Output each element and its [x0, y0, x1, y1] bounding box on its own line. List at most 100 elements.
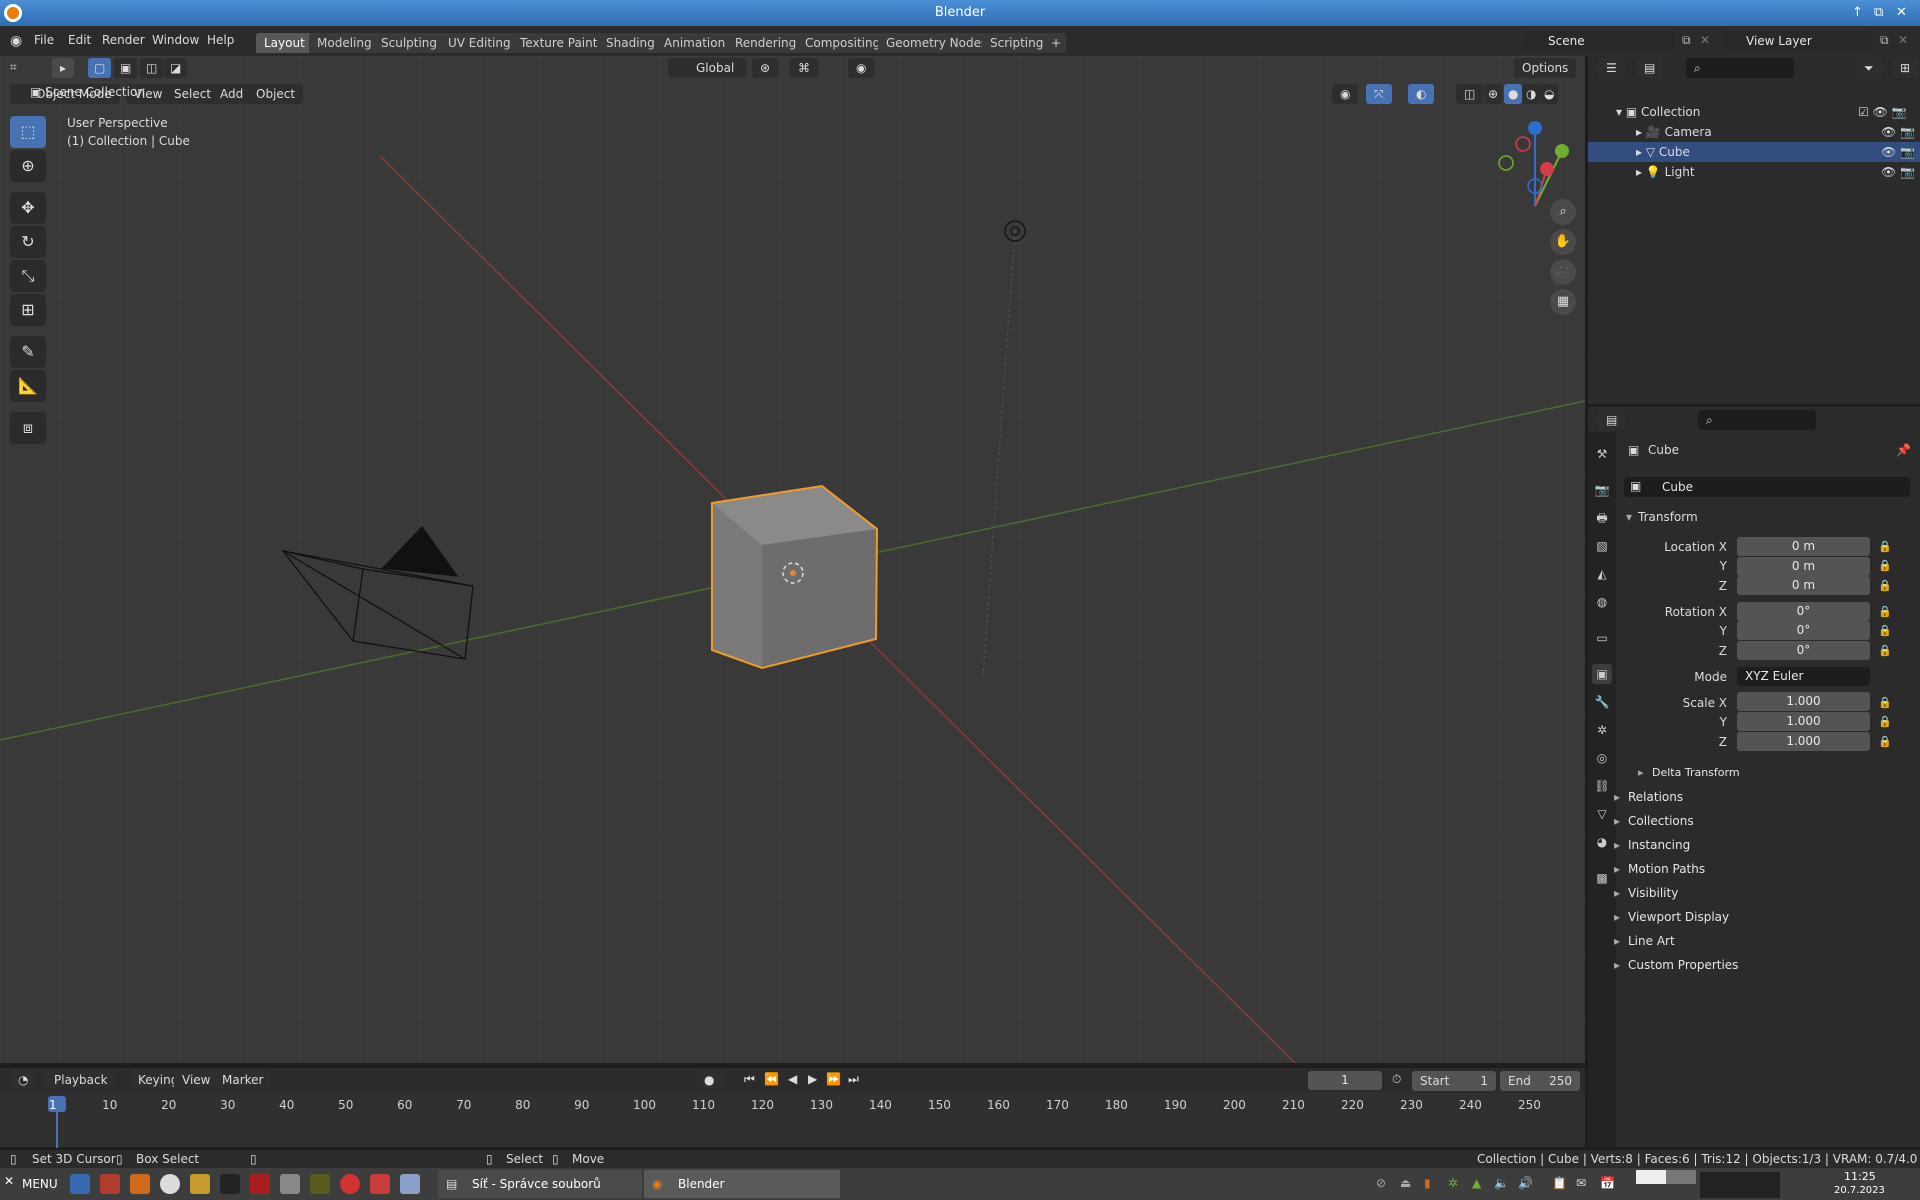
lock-icon[interactable]: 🔒	[1878, 579, 1892, 592]
app-launcher-icon[interactable]	[400, 1174, 420, 1194]
outliner-item-cube[interactable]: ▸ ▽ Cube 👁 📷	[1588, 142, 1920, 162]
transform-expand-icon[interactable]: ▾	[1626, 510, 1632, 524]
scale-y-field[interactable]: 1.000	[1737, 712, 1870, 731]
playback-menu[interactable]: Playback	[46, 1070, 116, 1090]
menu-help[interactable]: Help	[207, 33, 234, 47]
lock-icon[interactable]: 🔒	[1878, 644, 1892, 657]
light-visibility-icon[interactable]: 👁 📷	[1881, 162, 1915, 182]
rendered-shading-icon[interactable]: ◒	[1540, 84, 1559, 104]
jump-end-icon[interactable]: ⏭	[848, 1072, 859, 1087]
eject-icon[interactable]: ⏏	[1400, 1176, 1411, 1190]
scale-z-field[interactable]: 1.000	[1737, 732, 1870, 751]
selection-mode-invert-icon[interactable]: ◪	[164, 58, 188, 78]
app-launcher-icon[interactable]	[310, 1174, 330, 1194]
output-tab-icon[interactable]: 🖶	[1592, 508, 1612, 528]
cube-visibility-icon[interactable]: 👁 📷	[1881, 142, 1915, 162]
minimize-icon[interactable]: ↑	[1852, 0, 1863, 26]
visibility-icon[interactable]: ◉	[1332, 84, 1359, 104]
location-y-field[interactable]: 0 m	[1737, 557, 1870, 576]
pivot-point-icon[interactable]: ⊛	[752, 58, 779, 78]
solid-shading-icon[interactable]: ●	[1504, 84, 1523, 104]
tab-modeling[interactable]: Modeling	[309, 33, 380, 53]
viewport-display-section[interactable]: Viewport Display	[1614, 910, 1729, 924]
current-frame-field[interactable]: 1	[1308, 1071, 1382, 1090]
scale-tool-icon[interactable]: ⤡	[10, 260, 46, 292]
tab-rendering[interactable]: Rendering	[727, 33, 805, 53]
modifier-tab-icon[interactable]: 🔧	[1592, 692, 1612, 712]
desktop-icon[interactable]	[70, 1174, 90, 1194]
start-frame-field[interactable]: Start 1	[1412, 1071, 1496, 1091]
jump-start-icon[interactable]: ⏮	[744, 1072, 755, 1087]
volume-icon[interactable]: 🔊	[1518, 1176, 1533, 1190]
tab-compositing[interactable]: Compositing	[797, 33, 889, 53]
stopwatch-icon[interactable]: ⏱	[1392, 1072, 1401, 1087]
lock-icon[interactable]: 🔒	[1878, 624, 1892, 637]
lock-icon[interactable]: 🔒	[1878, 735, 1892, 748]
snapping-icon[interactable]: ⌘	[790, 58, 818, 78]
selection-mode-new-icon[interactable]: ▢	[88, 58, 112, 78]
end-frame-field[interactable]: End 250	[1500, 1071, 1580, 1091]
calendar-icon[interactable]: 📅	[1600, 1176, 1615, 1190]
opera-icon[interactable]	[340, 1174, 360, 1194]
tool-tab-icon[interactable]: ⚒	[1592, 444, 1612, 464]
outliner-scene-collection[interactable]: ▣ Scene Collection	[0, 82, 332, 102]
menu-file[interactable]: File	[34, 33, 54, 47]
object-name-field[interactable]: Cube	[1624, 477, 1910, 497]
editor-type-icon[interactable]: ⌗	[10, 60, 17, 75]
move-tool-icon[interactable]: ✥	[10, 192, 46, 224]
app-launcher-icon[interactable]	[370, 1174, 390, 1194]
view-layer-selector[interactable]: View Layer	[1722, 31, 1872, 51]
lock-icon[interactable]: 🔒	[1878, 559, 1892, 572]
menu-render[interactable]: Render	[102, 33, 145, 47]
object-tab-icon[interactable]: ▣	[1592, 664, 1612, 684]
outliner-collection[interactable]: ▾ ▣ Collection ☑ 👁 📷	[1588, 102, 1920, 122]
tab-geometry-nodes[interactable]: Geometry Nodes	[878, 33, 996, 53]
menu-window[interactable]: Window	[152, 33, 199, 47]
task-blender[interactable]: ◉ Blender	[644, 1170, 840, 1198]
menu-edit[interactable]: Edit	[68, 33, 91, 47]
mail-icon[interactable]: ✉	[1576, 1176, 1586, 1190]
custom-properties-section[interactable]: Custom Properties	[1614, 958, 1738, 972]
terminal-icon[interactable]	[220, 1174, 240, 1194]
cube-object[interactable]	[711, 484, 879, 670]
relations-section[interactable]: Relations	[1614, 790, 1683, 804]
gizmo-toggle-icon[interactable]: ⤧	[1366, 84, 1392, 104]
wireframe-shading-icon[interactable]: ⊕	[1484, 84, 1503, 104]
location-z-field[interactable]: 0 m	[1737, 576, 1870, 595]
new-collection-icon[interactable]: ⊞	[1892, 58, 1919, 78]
tab-texture-paint[interactable]: Texture Paint	[512, 33, 606, 53]
next-keyframe-icon[interactable]: ⏩	[826, 1072, 841, 1086]
proportional-editing-icon[interactable]: ◉	[848, 58, 875, 78]
camera-view-icon[interactable]: 🎥	[1550, 259, 1576, 285]
app-launcher-icon[interactable]	[190, 1174, 210, 1194]
browser-icon[interactable]	[160, 1174, 180, 1194]
timeline-editor-icon[interactable]: ◔	[10, 1070, 37, 1090]
tray-app-icon[interactable]: ▮	[1424, 1176, 1431, 1190]
transform-panel-header[interactable]: Transform	[1638, 510, 1698, 524]
outliner-item-camera[interactable]: ▸ 🎥 Camera 👁 📷	[1588, 122, 1920, 142]
line-art-section[interactable]: Line Art	[1614, 934, 1675, 948]
material-shading-icon[interactable]: ◑	[1522, 84, 1541, 104]
collections-section[interactable]: Collections	[1614, 814, 1694, 828]
location-x-field[interactable]: 0 m	[1737, 537, 1870, 556]
play-reverse-icon[interactable]: ◀	[788, 1072, 797, 1086]
rotation-z-field[interactable]: 0°	[1737, 641, 1870, 660]
properties-editor-icon[interactable]: ▤	[1598, 410, 1626, 430]
transform-tool-icon[interactable]: ⊞	[10, 294, 46, 326]
lock-icon[interactable]: 🔒	[1878, 696, 1892, 709]
tab-layout[interactable]: Layout	[256, 33, 313, 53]
record-icon[interactable]: ●	[696, 1070, 723, 1090]
collection-tab-icon[interactable]: ▭	[1592, 628, 1612, 648]
play-icon[interactable]: ▶	[808, 1072, 817, 1086]
constraints-tab-icon[interactable]: ⛓	[1592, 776, 1612, 796]
xray-toggle-icon[interactable]: ◫	[1456, 84, 1484, 104]
app-launcher-icon[interactable]	[130, 1174, 150, 1194]
motion-paths-section[interactable]: Motion Paths	[1614, 862, 1705, 876]
camera-visibility-icon[interactable]: 👁 📷	[1881, 122, 1915, 142]
lock-icon[interactable]: 🔒	[1878, 715, 1892, 728]
measure-tool-icon[interactable]: 📐	[10, 370, 46, 402]
outliner-item-light[interactable]: ▸ 💡 Light 👁 📷	[1588, 162, 1920, 182]
instancing-section[interactable]: Instancing	[1614, 838, 1690, 852]
start-menu-icon[interactable]: ✕	[4, 1174, 14, 1188]
rotate-tool-icon[interactable]: ↻	[10, 226, 46, 258]
